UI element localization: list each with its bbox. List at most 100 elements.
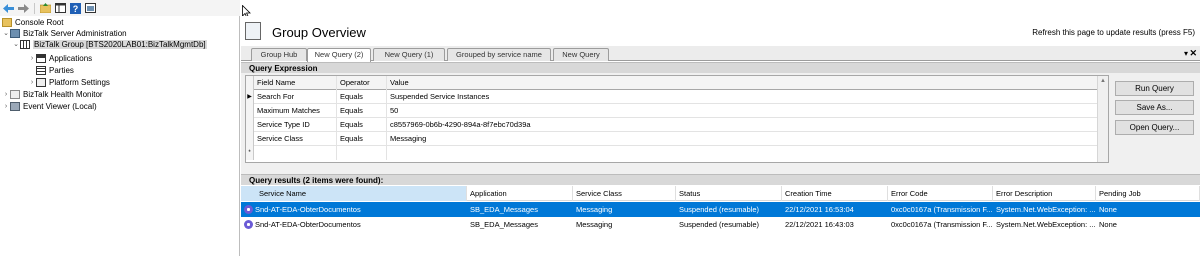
value-cell[interactable]: Suspended Service Instances bbox=[387, 90, 1098, 104]
operator-cell[interactable] bbox=[337, 146, 387, 160]
value-cell[interactable]: 50 bbox=[387, 104, 1098, 118]
expr-new-row[interactable]: * bbox=[246, 146, 1098, 160]
close-tab-icon[interactable]: ✕ bbox=[1189, 48, 1197, 59]
applications-icon bbox=[36, 53, 46, 63]
service-name-cell[interactable]: Snd-AT-EDA-ObterDocumentos bbox=[241, 217, 467, 232]
operator-cell[interactable]: Equals bbox=[337, 104, 387, 118]
status-cell[interactable]: Suspended (resumable) bbox=[676, 217, 782, 232]
field-name-cell[interactable]: Service Type ID bbox=[254, 118, 337, 132]
column-header[interactable]: Creation Time bbox=[782, 186, 888, 201]
tree-item-parties[interactable]: Parties bbox=[28, 65, 74, 75]
column-header[interactable]: Operator bbox=[337, 76, 387, 90]
platform-settings-icon bbox=[36, 77, 46, 87]
table-row[interactable]: Snd-AT-EDA-ObterDocumentos SB_EDA_Messag… bbox=[241, 217, 1200, 232]
pending-job-cell[interactable]: None bbox=[1096, 217, 1200, 232]
collapsed-chevron-icon[interactable]: › bbox=[2, 103, 10, 110]
expr-row[interactable]: Service Type ID Equals c8557969-0b6b-429… bbox=[246, 118, 1098, 132]
tree-item-label: Platform Settings bbox=[49, 77, 110, 87]
expr-row[interactable]: Service Class Equals Messaging bbox=[246, 132, 1098, 146]
application-cell[interactable]: SB_EDA_Messages bbox=[467, 217, 573, 232]
folder-icon bbox=[2, 17, 12, 27]
tree-item-label: BizTalk Health Monitor bbox=[23, 89, 103, 99]
field-name-cell[interactable]: Search For bbox=[254, 90, 337, 104]
tree-item-platform-settings[interactable]: › Platform Settings bbox=[28, 77, 110, 87]
tree-item-health-monitor[interactable]: › BizTalk Health Monitor bbox=[2, 89, 103, 99]
tab-grouped-by-service-name[interactable]: Grouped by service name bbox=[447, 48, 551, 61]
error-code-cell[interactable]: 0xc0c0167a (Transmission F... bbox=[888, 217, 993, 232]
column-header[interactable]: Service Name bbox=[241, 186, 467, 201]
application-cell[interactable]: SB_EDA_Messages bbox=[467, 202, 573, 217]
column-header[interactable]: Value bbox=[387, 76, 1098, 90]
parties-icon bbox=[36, 65, 46, 75]
field-name-cell[interactable]: Maximum Matches bbox=[254, 104, 337, 118]
collapsed-chevron-icon[interactable]: › bbox=[28, 55, 36, 62]
query-expression-grid[interactable]: Field Name Operator Value ▶ Search For E… bbox=[245, 75, 1109, 163]
tree-item-label: Console Root bbox=[15, 17, 64, 27]
run-query-button[interactable]: Run Query bbox=[1115, 81, 1194, 96]
column-header[interactable]: Service Class bbox=[573, 186, 676, 201]
tab-new-query-2[interactable]: New Query (2) bbox=[307, 48, 371, 62]
value-cell[interactable]: Messaging bbox=[387, 132, 1098, 146]
tab-new-query-1[interactable]: New Query (1) bbox=[373, 48, 445, 61]
operator-cell[interactable]: Equals bbox=[337, 118, 387, 132]
table-row[interactable]: Snd-AT-EDA-ObterDocumentos SB_EDA_Messag… bbox=[241, 202, 1200, 217]
error-code-cell[interactable]: 0xc0c0167a (Transmission F... bbox=[888, 202, 993, 217]
operator-cell[interactable]: Equals bbox=[337, 132, 387, 146]
error-description-cell[interactable]: System.Net.WebException: ... bbox=[993, 202, 1096, 217]
query-results-header: Query results (2 items were found): bbox=[241, 174, 1200, 185]
column-header[interactable]: Error Description bbox=[993, 186, 1096, 201]
service-instance-icon bbox=[244, 205, 253, 214]
server-icon bbox=[10, 28, 20, 38]
query-results-grid[interactable]: Service Name Application Service Class S… bbox=[241, 186, 1200, 256]
tree-item-biztalk-group[interactable]: ⌄ BizTalk Group [BTS2020LAB01:BizTalkMgm… bbox=[12, 39, 207, 49]
tree-item-console-root[interactable]: Console Root bbox=[2, 17, 63, 27]
page-title: Group Overview bbox=[272, 25, 366, 40]
value-cell[interactable]: c8557969-0b6b-4290-894a-8f7ebc70d39a bbox=[387, 118, 1098, 132]
collapsed-chevron-icon[interactable]: › bbox=[28, 79, 36, 86]
save-as-button[interactable]: Save As... bbox=[1115, 100, 1194, 115]
collapsed-chevron-icon[interactable]: › bbox=[2, 91, 10, 98]
field-name-cell[interactable] bbox=[254, 146, 337, 160]
help-icon[interactable]: ? bbox=[69, 2, 82, 15]
service-instance-icon bbox=[244, 220, 253, 229]
tree-item-applications[interactable]: › Applications bbox=[28, 53, 92, 63]
properties-icon[interactable] bbox=[84, 2, 97, 15]
column-header[interactable]: Pending Job bbox=[1096, 186, 1200, 201]
column-header[interactable]: Application bbox=[467, 186, 573, 201]
creation-time-cell[interactable]: 22/12/2021 16:43:03 bbox=[782, 217, 888, 232]
forward-icon[interactable] bbox=[17, 2, 30, 15]
back-icon[interactable] bbox=[2, 2, 15, 15]
error-description-cell[interactable]: System.Net.WebException: ... bbox=[993, 217, 1096, 232]
refresh-note: Refresh this page to update results (pre… bbox=[1032, 28, 1195, 37]
up-folder-icon[interactable] bbox=[39, 2, 52, 15]
column-header[interactable]: Field Name bbox=[254, 76, 337, 90]
service-class-cell[interactable]: Messaging bbox=[573, 202, 676, 217]
show-hide-tree-icon[interactable] bbox=[54, 2, 67, 15]
column-header[interactable]: Status bbox=[676, 186, 782, 201]
expr-row[interactable]: ▶ Search For Equals Suspended Service In… bbox=[246, 90, 1098, 104]
expanded-chevron-icon[interactable]: ⌄ bbox=[12, 40, 20, 48]
pending-job-cell[interactable]: None bbox=[1096, 202, 1200, 217]
tab-group-hub[interactable]: Group Hub bbox=[251, 48, 307, 61]
tree-item-event-viewer[interactable]: › Event Viewer (Local) bbox=[2, 101, 97, 111]
tree-item-biztalk-admin[interactable]: ⌄ BizTalk Server Administration bbox=[2, 28, 127, 38]
service-class-cell[interactable]: Messaging bbox=[573, 217, 676, 232]
service-name-cell[interactable]: Snd-AT-EDA-ObterDocumentos bbox=[241, 202, 467, 217]
expr-row[interactable]: Maximum Matches Equals 50 bbox=[246, 104, 1098, 118]
creation-time-cell[interactable]: 22/12/2021 16:53:04 bbox=[782, 202, 888, 217]
operator-cell[interactable]: Equals bbox=[337, 90, 387, 104]
group-icon bbox=[20, 39, 30, 49]
expanded-chevron-icon[interactable]: ⌄ bbox=[2, 29, 10, 37]
health-monitor-icon bbox=[10, 89, 20, 99]
field-name-cell[interactable]: Service Class bbox=[254, 132, 337, 146]
status-cell[interactable]: Suspended (resumable) bbox=[676, 202, 782, 217]
column-header[interactable]: Error Code bbox=[888, 186, 993, 201]
value-cell[interactable] bbox=[387, 146, 1098, 160]
open-query-button[interactable]: Open Query... bbox=[1115, 120, 1194, 135]
svg-text:?: ? bbox=[73, 4, 79, 14]
scroll-up-icon[interactable]: ▲ bbox=[1100, 78, 1106, 84]
vertical-scrollbar[interactable]: ▲ bbox=[1097, 76, 1108, 162]
pin-icon[interactable]: ▾ bbox=[1184, 49, 1188, 58]
query-expression-header: Query Expression bbox=[241, 62, 1200, 73]
tab-new-query[interactable]: New Query bbox=[553, 48, 609, 61]
